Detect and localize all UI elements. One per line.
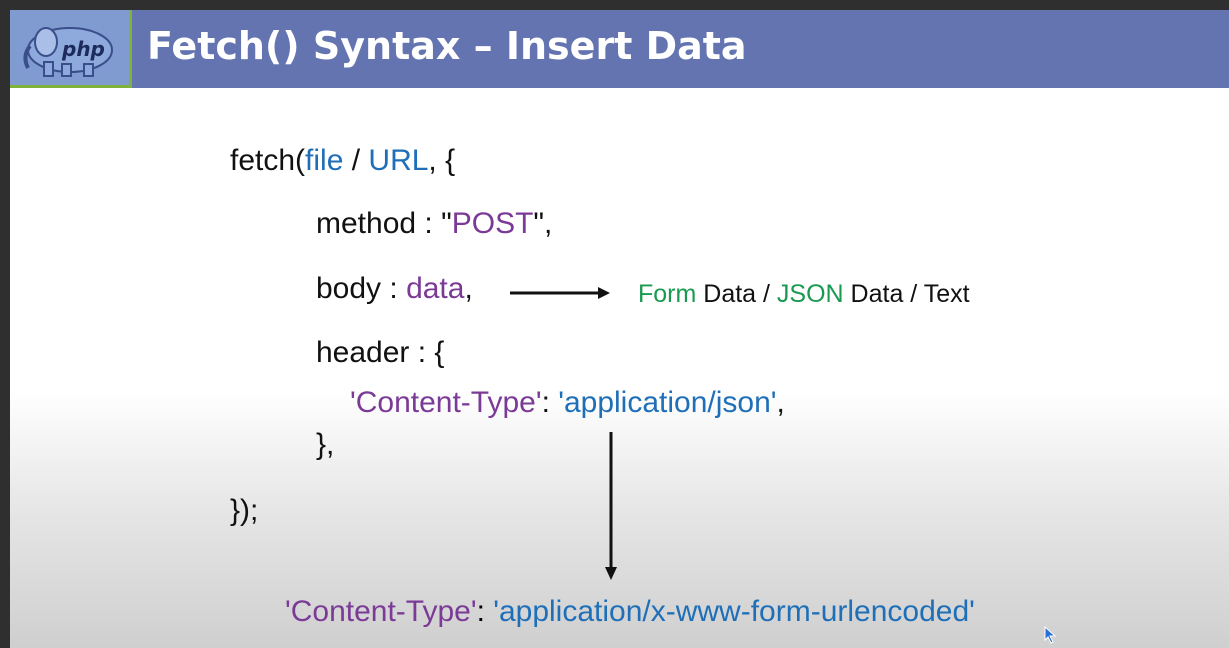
arrows-layer [510, 287, 617, 580]
right-arrow-icon [510, 287, 610, 299]
mouse-cursor-icon [1044, 626, 1057, 644]
slide: php Fetch() Syntax – Insert Data fetch(f… [10, 10, 1229, 648]
down-arrow-icon [605, 432, 617, 580]
